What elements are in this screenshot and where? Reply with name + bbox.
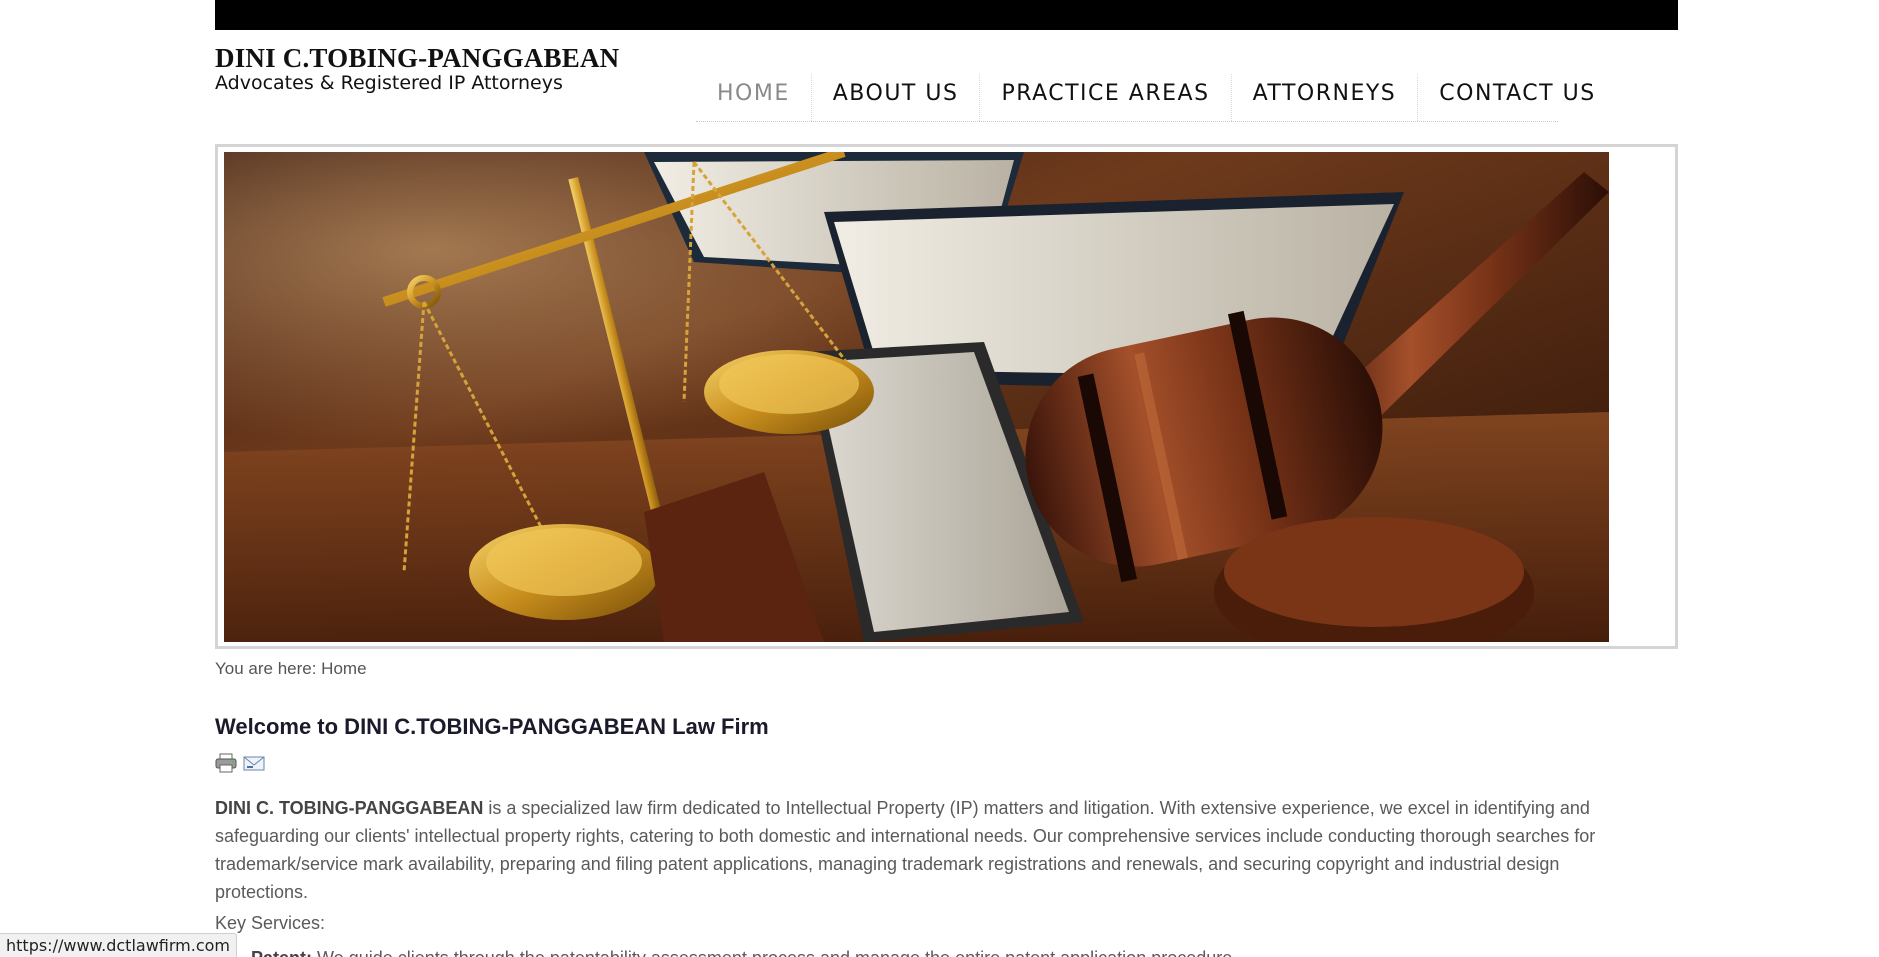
hero-banner-frame xyxy=(215,144,1678,649)
brand-logo[interactable]: DINI C.TOBING-PANGGABEAN Advocates & Reg… xyxy=(215,44,619,94)
printer-icon[interactable] xyxy=(215,753,237,773)
email-icon[interactable] xyxy=(243,753,265,773)
top-black-bar xyxy=(215,0,1678,30)
service-item-label: Patent: xyxy=(251,948,312,957)
firm-name-strong: DINI C. TOBING-PANGGABEAN xyxy=(215,798,484,818)
hero-law-illustration xyxy=(224,152,1609,642)
nav-item-practice-areas[interactable]: PRACTICE AREAS xyxy=(979,74,1230,121)
article-body: DINI C. TOBING-PANGGABEAN is a specializ… xyxy=(215,794,1635,906)
hero-image xyxy=(224,152,1609,642)
main-nav: HOME ABOUT US PRACTICE AREAS ATTORNEYS C… xyxy=(696,74,1594,122)
status-bar-url: https://www.dctlawfirm.com xyxy=(0,933,238,957)
service-item-text: We guide clients through the patentabili… xyxy=(312,948,1237,957)
nav-item-attorneys[interactable]: ATTORNEYS xyxy=(1230,74,1418,121)
firm-tagline: Advocates & Registered IP Attorneys xyxy=(215,72,563,94)
firm-name: DINI C.TOBING-PANGGABEAN xyxy=(215,43,620,73)
breadcrumb: You are here: Home xyxy=(215,659,367,678)
nav-item-contact-us[interactable]: CONTACT US xyxy=(1417,74,1616,121)
key-services-label: Key Services: xyxy=(215,913,326,933)
service-item-patent: Patent: We guide clients through the pat… xyxy=(251,948,1237,957)
page: DINI C.TOBING-PANGGABEAN Advocates & Reg… xyxy=(0,0,1879,957)
article-title: Welcome to DINI C.TOBING-PANGGABEAN Law … xyxy=(215,714,769,739)
article-intro-paragraph: DINI C. TOBING-PANGGABEAN is a specializ… xyxy=(215,794,1635,906)
nav-item-home[interactable]: HOME xyxy=(696,74,811,121)
nav-item-about-us[interactable]: ABOUT US xyxy=(810,74,980,121)
article-tools xyxy=(215,753,265,773)
